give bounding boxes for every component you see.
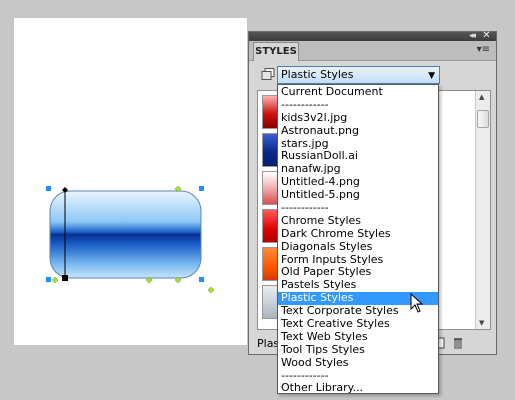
dropdown-option[interactable]: Chrome Styles [278, 214, 438, 228]
handle-top-anchor[interactable] [62, 187, 68, 193]
handle-bottom-anchor[interactable] [62, 275, 68, 281]
scrollbar[interactable]: ▲ ▼ [475, 91, 490, 329]
tab-styles[interactable]: STYLES [253, 42, 299, 61]
rotation-handle[interactable] [207, 286, 215, 294]
corner-radius-handle[interactable] [145, 276, 153, 284]
scroll-thumb[interactable] [477, 110, 489, 128]
corner-radius-handle[interactable] [174, 276, 182, 284]
mouse-cursor-icon [410, 293, 424, 313]
dropdown-selected-value: Plastic Styles [281, 68, 354, 81]
dropdown-option[interactable]: Diagonals Styles [278, 240, 438, 254]
dropdown-option[interactable]: Text Creative Styles [278, 317, 438, 331]
dropdown-option[interactable]: Other Library... [278, 382, 438, 395]
scroll-up-icon[interactable]: ▲ [479, 93, 484, 101]
library-dropdown-list[interactable]: Current Document ------------ kids3v2l.jpg… [277, 84, 439, 394]
scroll-down-icon[interactable]: ▼ [479, 319, 484, 327]
handle-bottom-left[interactable] [46, 277, 51, 282]
panel-menu-icon[interactable]: ▾≡ [477, 45, 490, 55]
library-icon[interactable] [261, 68, 275, 81]
corner-radius-handle[interactable] [51, 276, 59, 284]
corner-radius-handle[interactable] [174, 185, 182, 193]
panel-title-bar[interactable]: ◂◂ ✕ [249, 30, 496, 41]
dropdown-arrow-icon: ▼ [428, 71, 435, 81]
dropdown-option[interactable]: Text Web Styles [278, 330, 438, 344]
handle-top-left[interactable] [46, 186, 51, 191]
dropdown-option[interactable]: Current Document [278, 85, 438, 99]
collapse-icon[interactable]: ◂◂ [469, 31, 476, 41]
dropdown-separator: ------------ [281, 97, 329, 111]
dropdown-option[interactable]: Dark Chrome Styles [278, 227, 438, 241]
dropdown-separator: ------------ [281, 201, 329, 215]
dropdown-option[interactable]: kids3v2l.jpg [278, 111, 438, 125]
dropdown-option[interactable]: Astronaut.png [278, 124, 438, 138]
dropdown-option[interactable]: Wood Styles [278, 356, 438, 370]
panel-tab-row: STYLES ▾≡ [249, 41, 496, 61]
handle-top-right[interactable] [199, 186, 204, 191]
dropdown-option[interactable]: Tool Tips Styles [278, 343, 438, 357]
handle-bottom-right[interactable] [199, 277, 204, 282]
delete-style-icon[interactable] [453, 337, 463, 349]
library-dropdown[interactable]: Plastic Styles ▼ [277, 66, 440, 84]
close-icon[interactable]: ✕ [480, 30, 493, 41]
